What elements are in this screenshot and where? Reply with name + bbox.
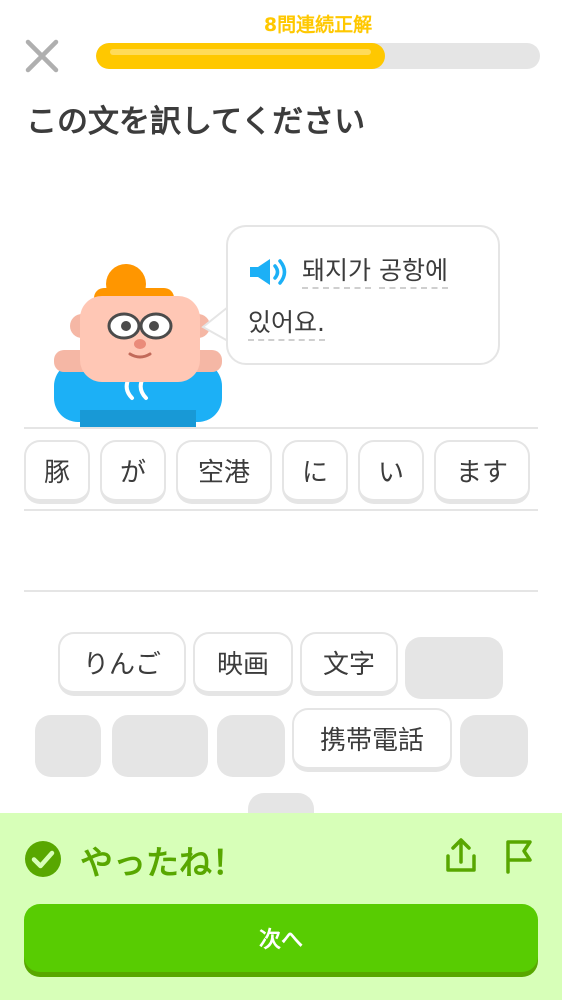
word-bank-empty-slot [112, 715, 208, 777]
character-illustration [54, 264, 222, 428]
sentence-word[interactable]: 있어요. [248, 308, 325, 341]
streak-label: 8問連続正解 [263, 14, 373, 36]
progress-fill [96, 43, 385, 69]
speech-bubble: 돼지가 공항에 있어요. [226, 225, 500, 365]
progress-shine [110, 49, 371, 55]
answer-line [24, 590, 538, 592]
answer-tile[interactable]: が [100, 440, 166, 504]
answer-tile[interactable]: ます [434, 440, 530, 504]
check-circle-icon [25, 841, 61, 877]
word-bank-empty-slot [405, 637, 503, 699]
word-bank-tile[interactable]: 文字 [300, 632, 398, 696]
progress-bar [96, 43, 540, 69]
word-bank-empty-slot [35, 715, 101, 777]
word-bank-tile[interactable]: りんご [58, 632, 186, 696]
share-icon[interactable] [444, 838, 478, 874]
bubble-text: 돼지가 공항에 있어요. [248, 245, 482, 349]
next-button[interactable]: 次へ [24, 904, 538, 972]
word-bank-tile[interactable]: 映画 [193, 632, 293, 696]
prompt-title: この文を訳してください [26, 104, 366, 140]
sentence-word[interactable]: 돼지가 [302, 256, 372, 289]
feedback-title: やったね！ [80, 843, 245, 882]
answer-tile[interactable]: い [358, 440, 424, 504]
answer-line [24, 509, 538, 511]
answer-tile[interactable]: 豚 [24, 440, 90, 504]
answer-line [24, 427, 538, 429]
sentence-word[interactable]: 공항에 [378, 256, 448, 289]
word-bank-empty-slot [460, 715, 528, 777]
speaker-icon[interactable] [248, 257, 288, 287]
word-bank-empty-slot [217, 715, 285, 777]
answer-tile[interactable]: に [282, 440, 348, 504]
word-bank-tile[interactable]: 携帯電話 [292, 708, 452, 772]
answer-tile[interactable]: 空港 [176, 440, 272, 504]
flag-icon[interactable] [502, 838, 538, 874]
close-icon[interactable] [22, 36, 62, 76]
